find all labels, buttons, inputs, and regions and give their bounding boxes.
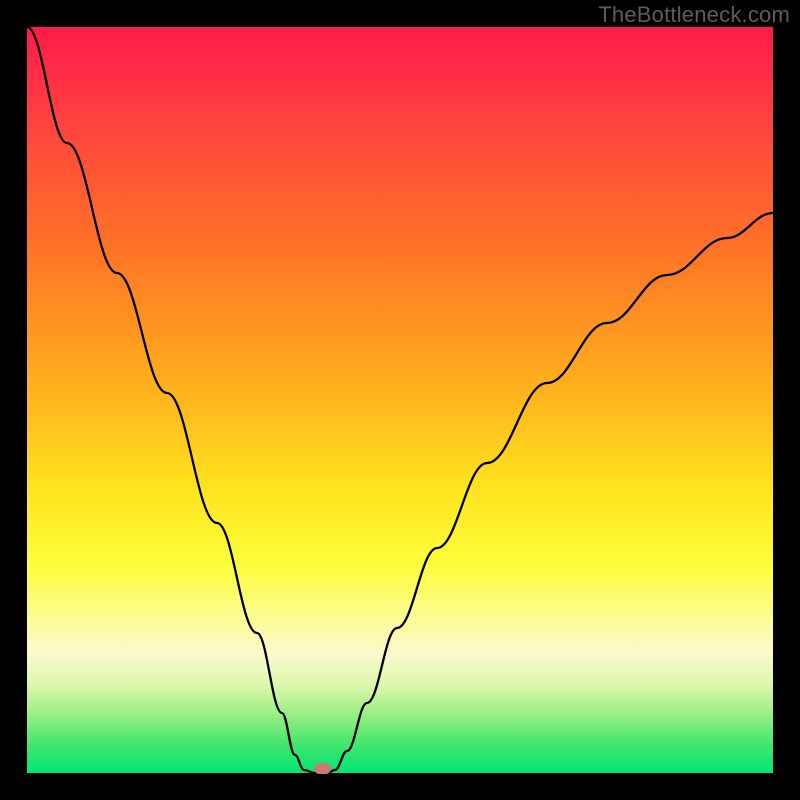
- chart-frame: TheBottleneck.com: [0, 0, 800, 800]
- bottleneck-curve: [27, 27, 773, 773]
- optimal-marker: [314, 763, 331, 774]
- watermark-text: TheBottleneck.com: [598, 2, 790, 28]
- chart-plot-area: [27, 27, 773, 773]
